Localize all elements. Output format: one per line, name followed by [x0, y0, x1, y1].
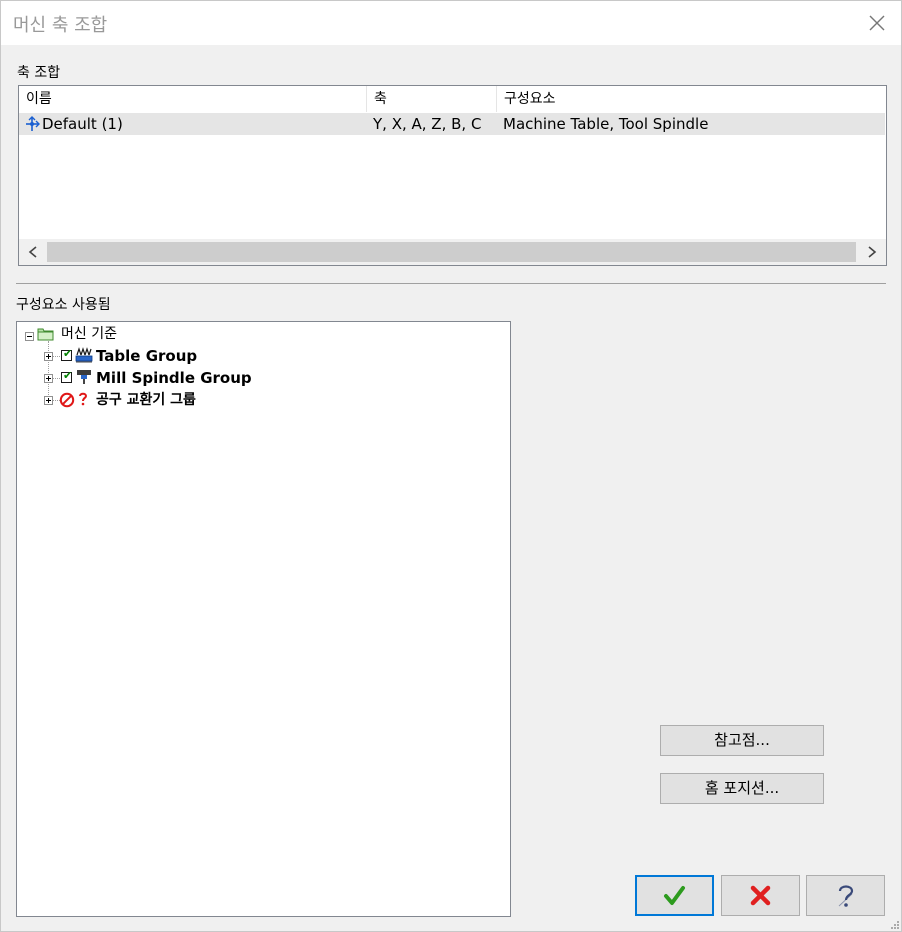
section-divider [16, 283, 886, 284]
axis-combination-icon [25, 113, 41, 135]
chevron-right-icon [868, 246, 877, 258]
components-tree[interactable]: 머신 기준 ✔ Table Group ✔ Mill Spindle Group… [16, 321, 511, 917]
folder-icon [37, 326, 55, 346]
row-axes: Y, X, A, Z, B, C [373, 115, 482, 133]
scroll-left-button[interactable] [19, 239, 47, 265]
help-icon [838, 885, 854, 907]
chevron-left-icon [28, 246, 37, 258]
tree-node-tool-changer-group[interactable]: 공구 교환기 그룹 [17, 390, 317, 410]
table-row[interactable]: Default (1) Y, X, A, Z, B, C Machine Tab… [19, 113, 885, 135]
close-icon [869, 15, 885, 31]
help-button[interactable] [806, 875, 885, 916]
table-group-icon [75, 347, 93, 367]
tree-node-label: 공구 교환기 그룹 [96, 392, 196, 408]
tree-node-machine-base[interactable]: 머신 기준 [17, 324, 317, 344]
window-title: 머신 축 조합 [13, 15, 108, 36]
axis-combination-list[interactable]: 이름 축 구성요소 Default (1) Y, X, A, Z, B, C M… [18, 85, 887, 266]
cancel-button[interactable] [721, 875, 800, 916]
row-components: Machine Table, Tool Spindle [503, 115, 709, 133]
home-position-button[interactable]: 홈 포지션... [660, 773, 824, 804]
row-name: Default (1) [42, 115, 123, 133]
tree-node-label: 머신 기준 [61, 326, 117, 342]
expand-toggle[interactable] [44, 374, 53, 383]
tree-node-label: Mill Spindle Group [96, 369, 252, 387]
column-header-components[interactable]: 구성요소 [497, 86, 886, 112]
machine-axis-combination-dialog: 머신 축 조합 축 조합 이름 축 구성요소 Default (1) Y, X,… [0, 0, 902, 932]
scroll-thumb[interactable] [47, 242, 856, 262]
tree-node-label: Table Group [96, 347, 198, 365]
horizontal-scrollbar[interactable] [19, 239, 886, 265]
not-allowed-icon [59, 392, 75, 412]
expand-toggle[interactable] [44, 396, 53, 405]
reference-point-button[interactable]: 참고점... [660, 725, 824, 756]
close-button[interactable] [861, 7, 893, 39]
checkmark-icon [664, 886, 685, 905]
expand-toggle[interactable] [44, 352, 53, 361]
collapse-toggle[interactable] [25, 332, 34, 341]
mill-spindle-group-checkbox[interactable]: ✔ [61, 369, 72, 383]
resize-grip-icon[interactable] [891, 921, 899, 929]
list-header: 이름 축 구성요소 [19, 86, 886, 112]
axis-combinations-label: 축 조합 [17, 65, 61, 81]
title-bar: 머신 축 조합 [1, 1, 901, 45]
table-group-checkbox[interactable]: ✔ [61, 347, 72, 361]
column-header-name[interactable]: 이름 [19, 86, 367, 112]
components-used-label: 구성요소 사용됨 [16, 297, 111, 313]
question-icon [77, 391, 89, 411]
spindle-group-icon [75, 369, 93, 389]
ok-button[interactable] [635, 875, 714, 916]
column-header-axes[interactable]: 축 [367, 86, 497, 112]
tree-node-table-group[interactable]: ✔ Table Group [17, 346, 317, 366]
scroll-right-button[interactable] [858, 239, 886, 265]
x-icon [750, 885, 771, 906]
tree-node-mill-spindle-group[interactable]: ✔ Mill Spindle Group [17, 368, 317, 388]
